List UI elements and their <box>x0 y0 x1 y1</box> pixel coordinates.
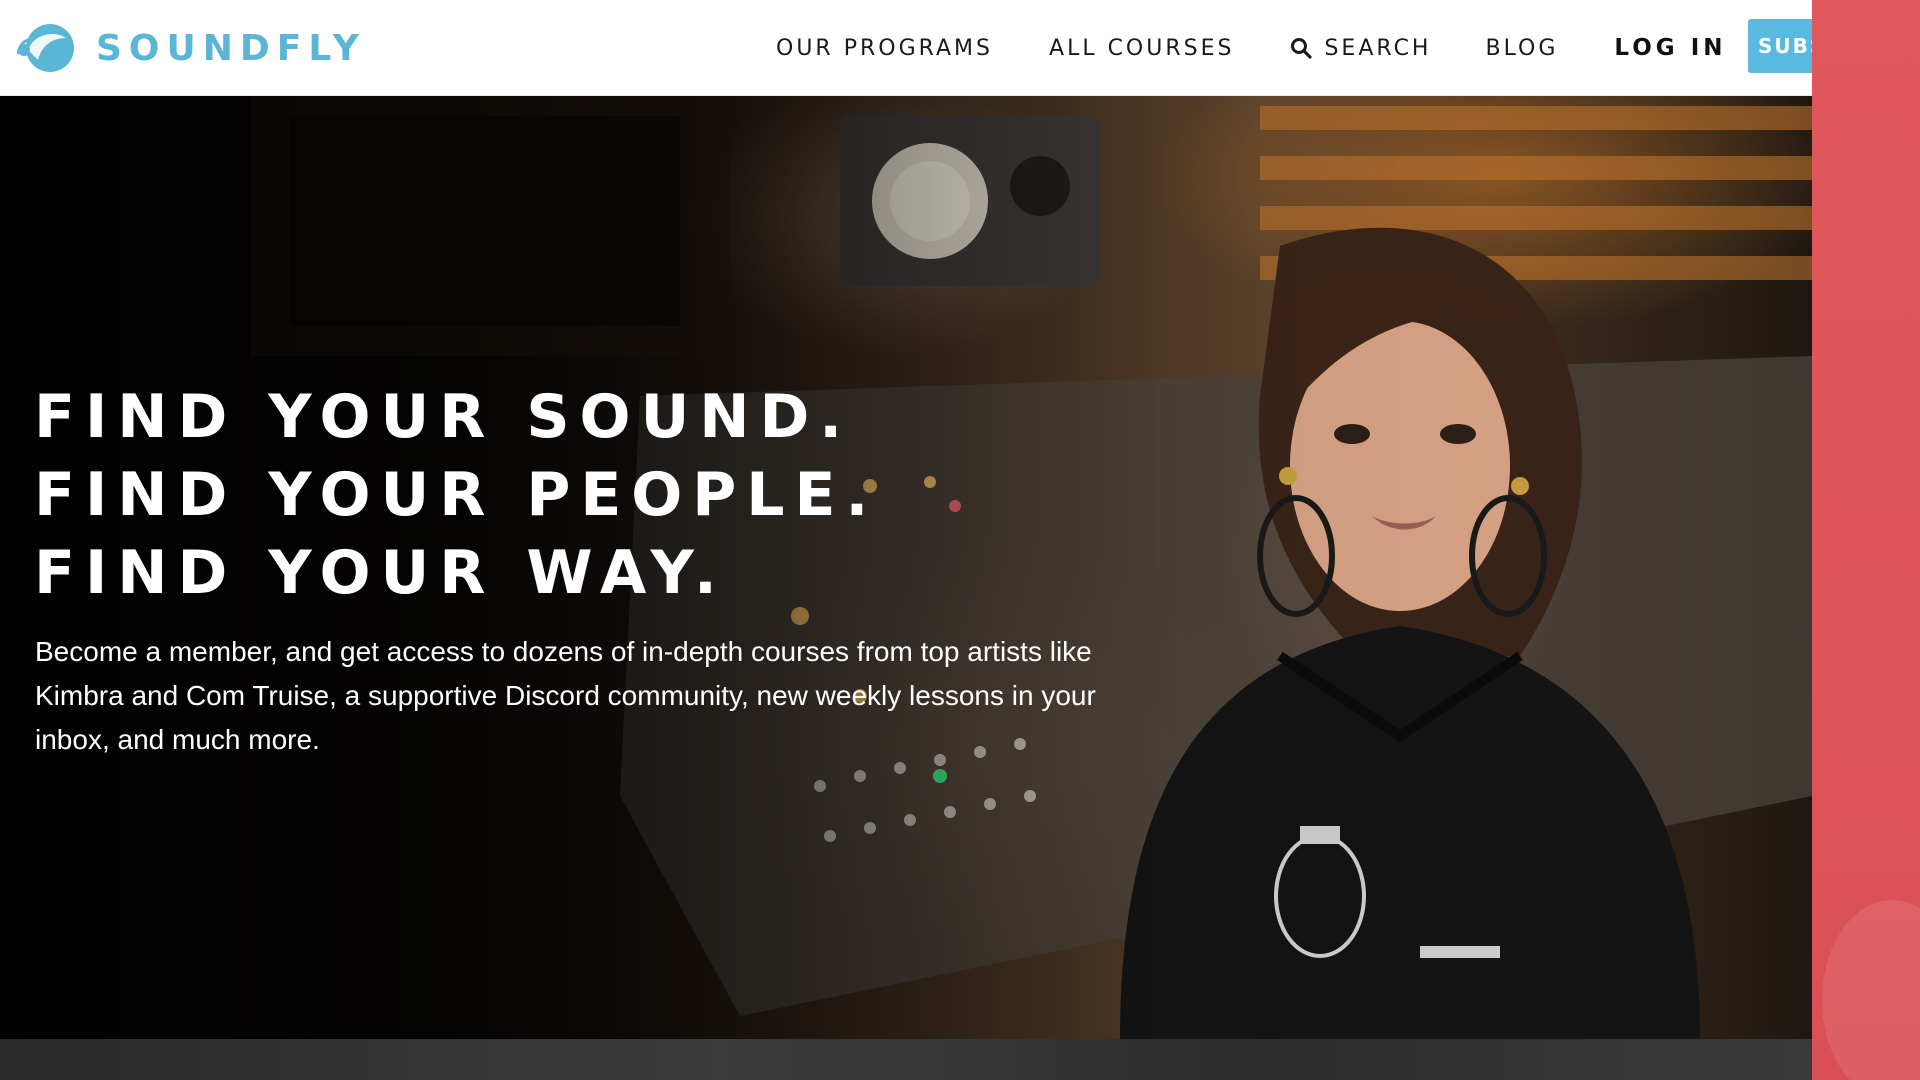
nav-our-programs[interactable]: OUR PROGRAMS <box>776 36 993 61</box>
next-section-peek <box>0 1039 1812 1080</box>
main-nav: OUR PROGRAMS ALL COURSES SEARCH BLOG LOG… <box>776 0 1727 96</box>
nav-all-courses[interactable]: ALL COURSES <box>1049 36 1234 61</box>
nav-log-in[interactable]: LOG IN <box>1614 35 1726 61</box>
search-icon <box>1291 38 1313 59</box>
headline-line-3: FIND YOUR WAY. <box>34 538 727 608</box>
headline-line-2: FIND YOUR PEOPLE. <box>34 460 879 530</box>
page: SOUNDFLY OUR PROGRAMS ALL COURSES SEARCH… <box>0 0 1920 1080</box>
nav-blog[interactable]: BLOG <box>1485 36 1558 61</box>
hero-description: Become a member, and get access to dozen… <box>35 636 1096 755</box>
side-overlay-panel <box>1812 0 1920 1080</box>
nav-search-label: SEARCH <box>1324 35 1432 61</box>
hero-section: FIND YOUR SOUND. FIND YOUR PEOPLE. FIND … <box>0 96 1812 1039</box>
overlay-shape <box>1822 900 1920 1080</box>
soundfly-logo-link[interactable]: SOUNDFLY <box>14 20 366 76</box>
brand-name: SOUNDFLY <box>96 27 366 69</box>
soundfly-logo-icon <box>16 24 74 72</box>
nav-search[interactable]: SEARCH <box>1290 36 1431 61</box>
site-header: SOUNDFLY OUR PROGRAMS ALL COURSES SEARCH… <box>0 0 1920 96</box>
hero-headline: FIND YOUR SOUND. FIND YOUR PEOPLE. FIND … <box>34 378 878 612</box>
headline-line-1: FIND YOUR SOUND. <box>34 382 853 452</box>
